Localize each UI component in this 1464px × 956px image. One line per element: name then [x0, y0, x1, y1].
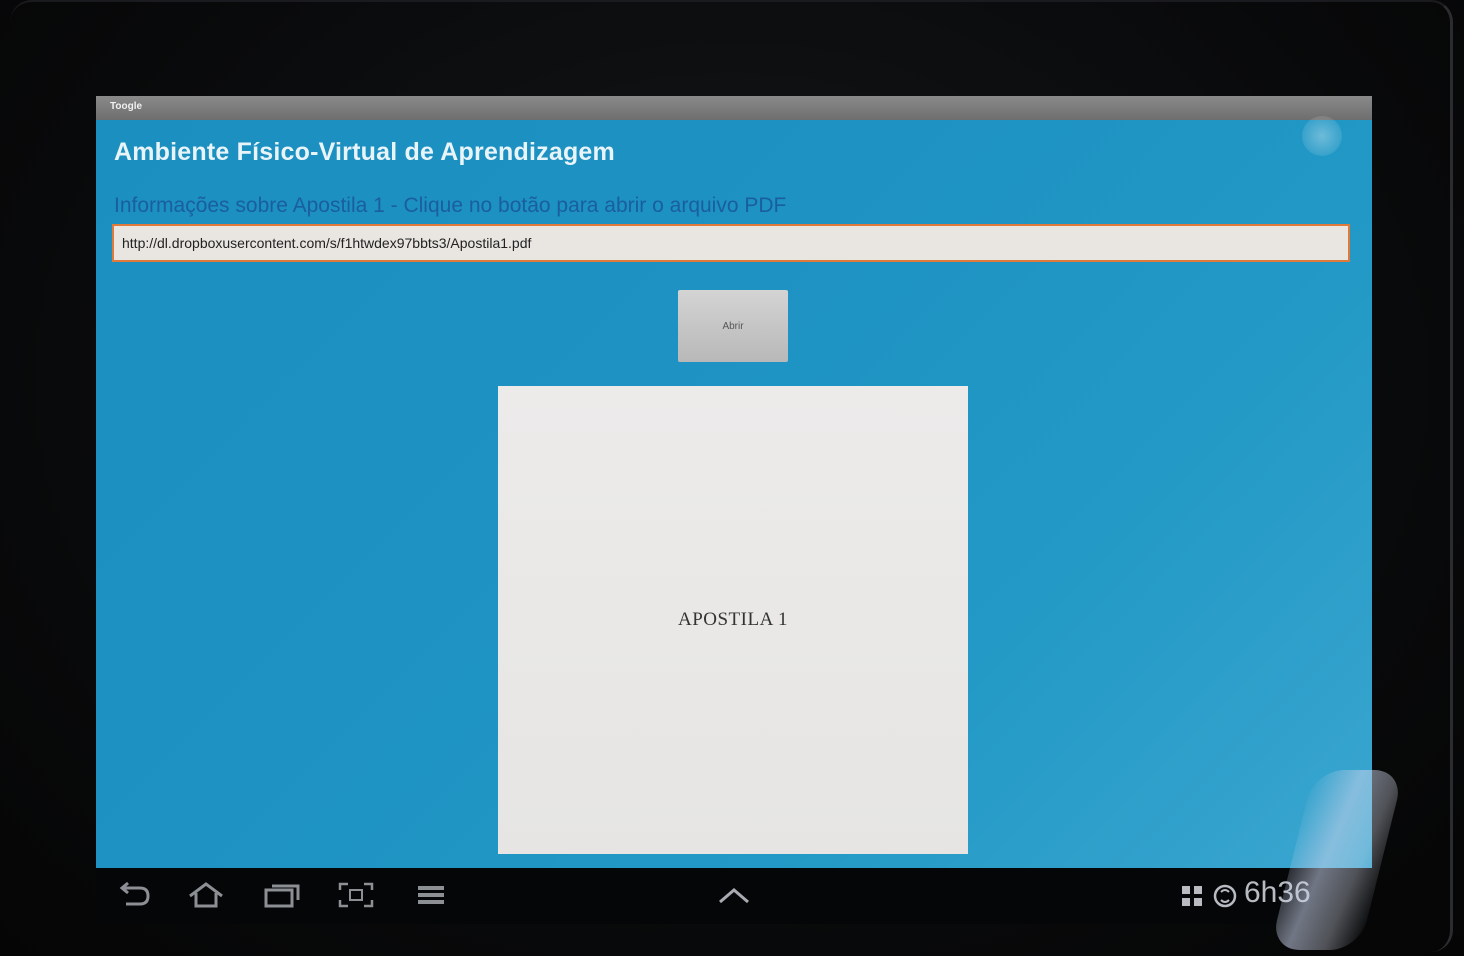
url-input[interactable]: [112, 224, 1350, 262]
preview-title: APOSTILA 1: [677, 609, 789, 630]
screen-glare: [1302, 116, 1342, 156]
app-screen: Toogle Ambiente Físico-Virtual de Aprend…: [96, 96, 1372, 870]
pdf-preview: APOSTILA 1: [498, 386, 968, 854]
back-icon[interactable]: [114, 880, 154, 910]
info-label: Informações sobre Apostila 1 - Clique no…: [114, 194, 787, 217]
menu-icon[interactable]: [414, 880, 450, 910]
window-titlebar: Toogle: [96, 96, 1372, 120]
chevron-up-icon[interactable]: [714, 880, 754, 910]
sync-icon: [1213, 884, 1237, 908]
titlebar-text: Toogle: [110, 101, 143, 112]
system-navbar: 6h36: [96, 868, 1372, 924]
open-button[interactable]: Abrir: [678, 290, 788, 362]
grid-icon: [1182, 886, 1202, 906]
screenshot-icon[interactable]: [336, 880, 376, 910]
home-icon[interactable]: [186, 880, 226, 910]
app-title: Ambiente Físico-Virtual de Aprendizagem: [114, 138, 615, 166]
recent-apps-icon[interactable]: [262, 880, 302, 910]
